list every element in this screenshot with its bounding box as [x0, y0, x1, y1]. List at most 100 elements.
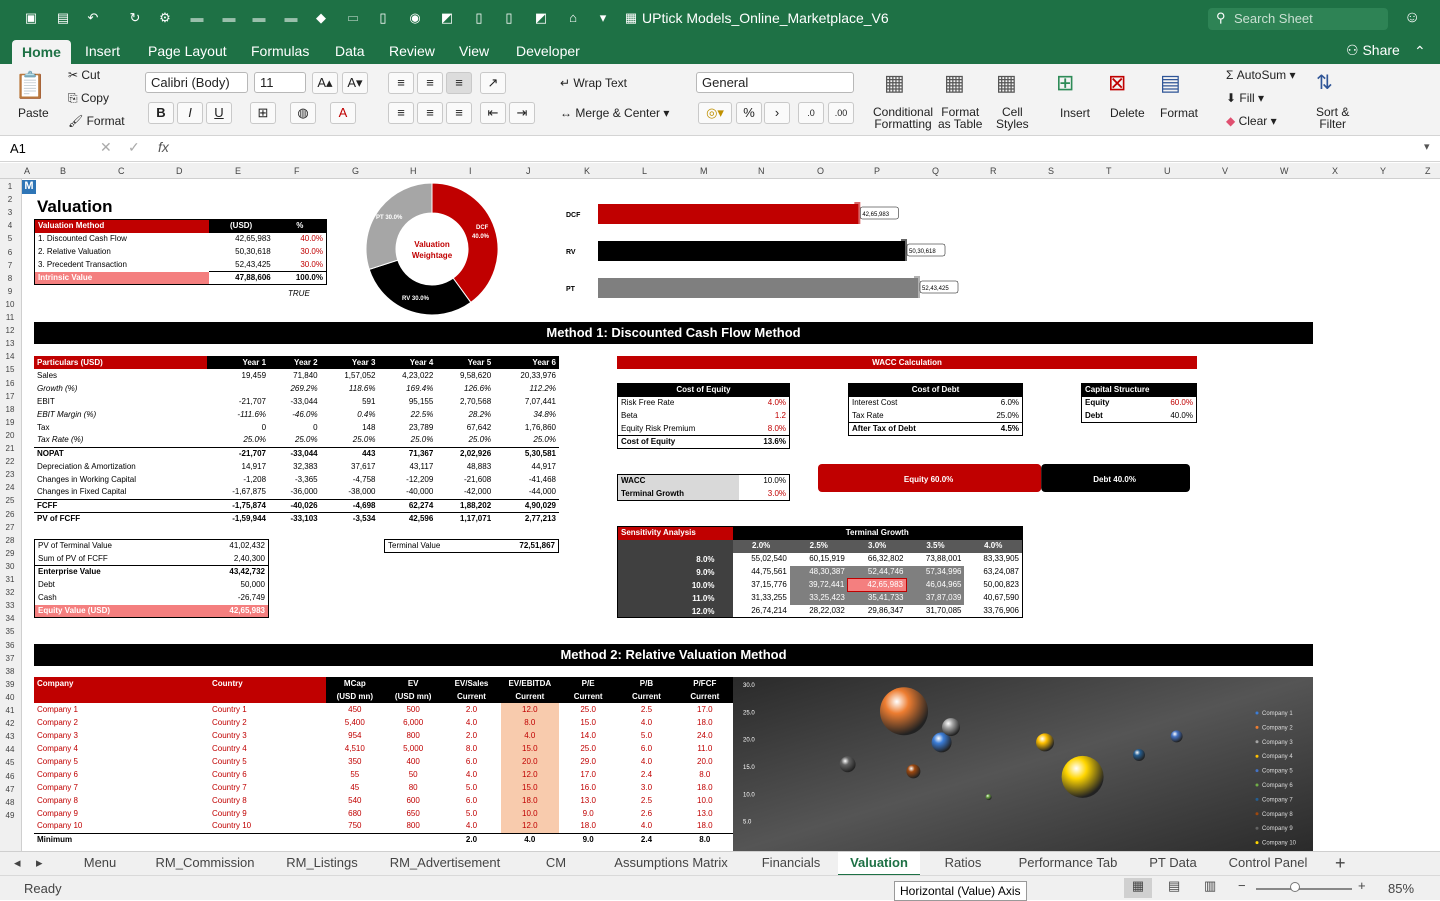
tab-formulas[interactable]: Formulas — [251, 43, 309, 59]
row-header[interactable]: 8 — [0, 274, 20, 283]
zoom-in-icon[interactable]: + — [1358, 878, 1366, 893]
row-header[interactable]: 5 — [0, 234, 20, 243]
column-header[interactable]: P — [874, 166, 880, 176]
home-icon[interactable]: ⌂ — [566, 11, 580, 25]
sheet-tab-valuation[interactable]: Valuation — [838, 852, 920, 876]
scroll-left-icon[interactable]: ◂ — [14, 855, 21, 871]
comparables-bubble-chart[interactable]: 30.0 25.0 20.0 15.0 10.0 5.0 Company 1 Company … — [733, 677, 1313, 851]
cell-styles-icon[interactable]: ▦ — [996, 70, 1017, 96]
column-header[interactable]: H — [410, 166, 417, 176]
tab-review[interactable]: Review — [389, 43, 435, 59]
toolbar-icon-11[interactable]: ▯ — [502, 11, 516, 25]
number-format-select[interactable]: General — [696, 72, 854, 93]
toolbar-icon-7[interactable]: ▯ — [376, 11, 390, 25]
row-header[interactable]: 13 — [0, 339, 20, 348]
toolbar-icon-3[interactable]: ▬ — [252, 11, 266, 25]
customize-icon[interactable]: ⚙ — [158, 11, 172, 25]
toolbar-icon-2[interactable]: ▬ — [222, 11, 236, 25]
name-box[interactable]: A1 — [4, 140, 82, 158]
format-as-table-button[interactable]: Format as Table — [938, 106, 982, 130]
row-header[interactable]: 42 — [0, 719, 20, 728]
row-header[interactable]: 7 — [0, 261, 20, 270]
tab-view[interactable]: View — [459, 43, 489, 59]
toolbar-icon-4[interactable]: ▬ — [284, 11, 298, 25]
column-header[interactable]: V — [1222, 166, 1228, 176]
row-header[interactable]: 17 — [0, 392, 20, 401]
column-header[interactable]: D — [176, 166, 183, 176]
expand-formula-icon[interactable]: ▾ — [1424, 140, 1430, 153]
row-header[interactable]: 12 — [0, 326, 20, 335]
column-header[interactable]: G — [352, 166, 359, 176]
column-header[interactable]: C — [118, 166, 125, 176]
search-sheet-box[interactable]: ⚲ Search Sheet — [1208, 8, 1388, 30]
row-header[interactable]: 3 — [0, 208, 20, 217]
paste-label[interactable]: Paste — [18, 106, 49, 120]
row-header[interactable]: 31 — [0, 575, 20, 584]
bubble-company-9[interactable] — [839, 756, 856, 773]
sheet-tab-cm[interactable]: CM — [516, 852, 596, 876]
decrease-decimal-icon[interactable]: .00 — [828, 102, 854, 124]
row-header[interactable]: 16 — [0, 379, 20, 388]
column-header[interactable]: Z — [1425, 166, 1431, 176]
row-header[interactable]: 43 — [0, 732, 20, 741]
row-header[interactable]: 41 — [0, 706, 20, 715]
bubble-company-6[interactable] — [985, 794, 992, 801]
clear-button[interactable]: ◆ Clear ▾ — [1226, 114, 1277, 128]
sheet-tab-rm-advertisement[interactable]: RM_Advertisement — [376, 852, 514, 876]
row-header[interactable]: 21 — [0, 444, 20, 453]
tab-home[interactable]: Home — [12, 40, 71, 64]
row-header[interactable]: 36 — [0, 641, 20, 650]
column-header[interactable]: U — [1164, 166, 1171, 176]
row-header[interactable]: 6 — [0, 248, 20, 257]
column-header[interactable]: L — [642, 166, 647, 176]
sheet-tab-ratios[interactable]: Ratios — [922, 852, 1004, 876]
row-header[interactable]: 26 — [0, 510, 20, 519]
sheet-tab-menu[interactable]: Menu — [60, 852, 140, 876]
column-header[interactable]: K — [584, 166, 590, 176]
row-header[interactable]: 44 — [0, 745, 20, 754]
increase-font-icon[interactable]: A▴ — [312, 72, 338, 94]
worksheet[interactable]: M Valuation Valuation Method (USD)% 1. Di… — [22, 179, 1440, 851]
page-break-view-icon[interactable]: ▥ — [1204, 878, 1216, 894]
capital-structure-chart[interactable]: Equity 60.0% Debt 40.0% — [817, 462, 1193, 494]
percent-button[interactable]: % — [736, 102, 762, 124]
autosum-button[interactable]: Σ AutoSum ▾ — [1226, 68, 1295, 82]
zoom-out-icon[interactable]: − — [1238, 878, 1246, 893]
column-header[interactable]: R — [990, 166, 997, 176]
column-header[interactable]: T — [1106, 166, 1112, 176]
valuation-bar-chart[interactable]: DCF 42,65,983 RV 50,30,618 PT 52,43,425 — [562, 196, 962, 306]
delete-cells-icon[interactable]: ⊠ — [1108, 70, 1126, 96]
row-header[interactable]: 35 — [0, 627, 20, 636]
row-header[interactable]: 40 — [0, 693, 20, 702]
column-header[interactable]: X — [1332, 166, 1338, 176]
row-header[interactable]: 28 — [0, 536, 20, 545]
accounting-icon[interactable]: ◎▾ — [698, 102, 732, 124]
formula-input[interactable] — [182, 138, 1412, 158]
delete-cells-button[interactable]: Delete — [1110, 106, 1145, 120]
row-header[interactable]: 29 — [0, 549, 20, 558]
bar-rv[interactable] — [598, 241, 906, 261]
align-middle-icon[interactable]: ≡ — [417, 72, 443, 94]
toolbar-icon-5[interactable]: ◆ — [314, 11, 328, 25]
increase-decimal-icon[interactable]: .0 — [798, 102, 824, 124]
redo-icon[interactable]: ↻ — [128, 11, 142, 25]
row-header[interactable]: 14 — [0, 352, 20, 361]
row-header[interactable]: 46 — [0, 772, 20, 781]
column-header[interactable]: B — [60, 166, 66, 176]
tab-page-layout[interactable]: Page Layout — [148, 43, 227, 59]
insert-cells-button[interactable]: Insert — [1060, 106, 1090, 120]
bubble-company-10[interactable] — [1061, 755, 1104, 798]
share-button[interactable]: ⚇ Share — [1346, 42, 1400, 59]
decrease-font-icon[interactable]: A▾ — [342, 72, 368, 94]
column-header[interactable]: O — [817, 166, 824, 176]
copy-button[interactable]: ⎘ Copy — [68, 91, 109, 106]
row-header[interactable]: 11 — [0, 313, 20, 322]
row-header[interactable]: 20 — [0, 431, 20, 440]
sort-filter-button[interactable]: Sort & Filter — [1316, 106, 1349, 130]
column-header[interactable]: N — [758, 166, 765, 176]
sheet-tab-pt-data[interactable]: PT Data — [1132, 852, 1214, 876]
font-color-icon[interactable]: A — [330, 102, 356, 124]
column-header[interactable]: J — [526, 166, 531, 176]
row-header[interactable]: 37 — [0, 654, 20, 663]
align-top-icon[interactable]: ≡ — [388, 72, 414, 94]
